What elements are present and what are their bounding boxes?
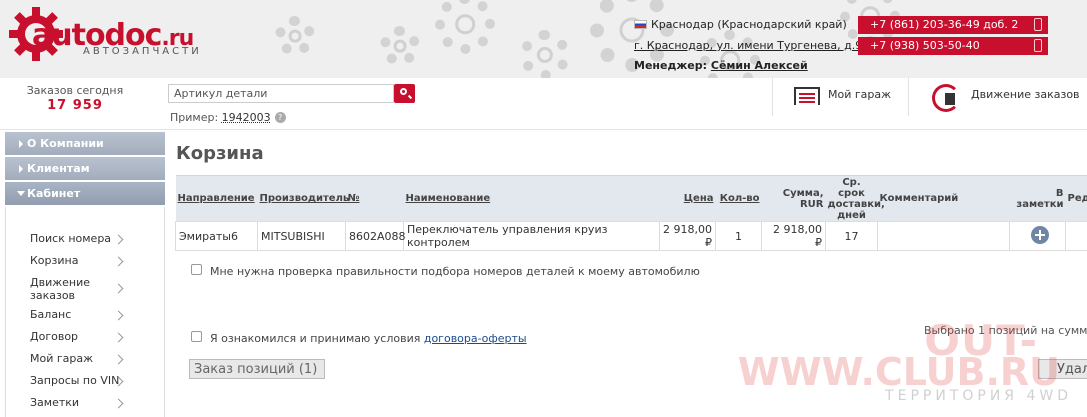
- orders-today-count: 17 959: [47, 98, 103, 113]
- cell-delivery: 17: [825, 221, 878, 251]
- orders-today: Заказов сегодня 17 959: [20, 84, 130, 113]
- manager-info: Менеджер: Сёмин Алексей: [634, 59, 808, 72]
- sidebar-item-vin-requests[interactable]: Запросы по VIN: [6, 371, 164, 393]
- site-logo[interactable]: autodoc.ru АВТОЗАПЧАСТИ: [8, 4, 208, 68]
- column-header-name[interactable]: Наименование: [403, 175, 660, 222]
- sidebar-item-orders-movement[interactable]: Движение заказов: [6, 273, 164, 305]
- table-header-row: Направление Производитель № Наименование…: [175, 175, 1087, 222]
- cell-direction: Эмираты6: [175, 221, 258, 251]
- agree-terms-label: Я ознакомился и принимаю условия договор…: [210, 332, 527, 345]
- cell-manufacturer: MITSUBISHI: [257, 221, 346, 251]
- sidebar-item-contract[interactable]: Договор: [6, 327, 164, 349]
- chevron-right-icon: [113, 283, 124, 294]
- watermark-line-2: WWW.CLUB.RU: [737, 350, 1060, 394]
- orders-movement-icon: [932, 84, 960, 112]
- phone-primary[interactable]: +7 (861) 203-36-49 доб. 2: [858, 16, 1048, 34]
- chevron-right-icon: [113, 398, 124, 409]
- page-title: Корзина: [176, 143, 264, 164]
- column-header-qty[interactable]: Кол-во: [715, 175, 762, 222]
- search-example: Пример: 1942003?: [170, 111, 286, 124]
- offer-contract-link[interactable]: договора-оферты: [424, 332, 527, 345]
- table-row: Эмираты6 MITSUBISHI 8602A088 Переключате…: [175, 221, 1087, 251]
- garage-icon: [794, 87, 820, 105]
- gear-decoration: [435, 0, 495, 54]
- column-header-number[interactable]: №: [345, 175, 404, 222]
- address-link[interactable]: г. Краснодар, ул. имени Тургенева, д.91: [634, 39, 869, 52]
- phone-icon: [1034, 18, 1042, 31]
- sidebar-section-company[interactable]: О Компании: [5, 132, 165, 155]
- gear-decoration: [520, 30, 570, 78]
- triangle-down-icon: [17, 191, 25, 196]
- russia-flag-icon: [634, 20, 647, 29]
- sidebar: О Компании Клиентам Кабинет Поиск номера…: [5, 132, 165, 417]
- gear-decoration: [380, 26, 420, 66]
- cell-sum: 2 918,00 ₽: [761, 221, 826, 251]
- triangle-right-icon: [19, 165, 23, 173]
- phone-icon: [1034, 39, 1042, 52]
- column-header-price[interactable]: Цена: [659, 175, 716, 222]
- check-numbers-checkbox[interactable]: [191, 264, 202, 275]
- cell-name: Переключатель управления круиз контролем: [403, 221, 660, 251]
- column-header-direction[interactable]: Направление: [175, 175, 258, 222]
- example-value-link[interactable]: 1942003: [222, 111, 271, 124]
- sidebar-item-notes[interactable]: Заметки: [6, 393, 164, 415]
- cell-number: 8602A088: [345, 221, 406, 251]
- column-header-to-notes: В заметки: [1009, 175, 1066, 222]
- column-header-manufacturer[interactable]: Производитель: [257, 175, 349, 222]
- sidebar-item-my-garage[interactable]: Мой гараж: [6, 349, 164, 371]
- qty-field[interactable]: 1: [715, 221, 762, 251]
- cell-to-notes: [1009, 221, 1066, 251]
- article-search-input[interactable]: Артикул детали: [168, 84, 394, 103]
- order-positions-button[interactable]: Заказ позиций (1): [189, 359, 325, 379]
- toolbar: Заказов сегодня 17 959 Артикул детали Пр…: [0, 78, 1087, 130]
- chevron-right-icon: [113, 354, 124, 365]
- orders-today-label: Заказов сегодня: [26, 84, 124, 97]
- divider: [772, 78, 773, 116]
- cabinet-menu: Поиск номера Корзина Движение заказов Ба…: [5, 207, 165, 417]
- cart-table: Направление Производитель № Наименование…: [175, 175, 1087, 251]
- region-selector[interactable]: Краснодар (Краснодарский край): [634, 18, 847, 31]
- sidebar-item-cart[interactable]: Корзина: [6, 251, 164, 273]
- sidebar-item-balance[interactable]: Баланс: [6, 305, 164, 327]
- column-header-comment: Комментарий: [877, 175, 1010, 222]
- agree-terms-checkbox[interactable]: [191, 331, 202, 342]
- delete-button[interactable]: Удал: [1038, 359, 1087, 379]
- phone-secondary[interactable]: +7 (938) 503-50-40: [858, 37, 1048, 55]
- help-icon[interactable]: ?: [274, 112, 286, 123]
- gear-decoration: [275, 16, 315, 56]
- watermark-line-3: ТЕРРИТОРИЯ 4WD: [885, 388, 1072, 404]
- sidebar-section-cabinet[interactable]: Кабинет: [5, 182, 165, 205]
- selected-summary: Выбрано 1 позиций на сумму: [924, 324, 1087, 337]
- cell-price: 2 918,00 ₽: [659, 221, 716, 251]
- chevron-right-icon: [113, 310, 124, 321]
- orders-movement-link[interactable]: Движение заказов: [971, 88, 1080, 101]
- column-header-edit: Редак: [1065, 175, 1087, 222]
- triangle-right-icon: [19, 140, 23, 148]
- cell-edit: [1065, 221, 1087, 251]
- chevron-right-icon: [113, 332, 124, 343]
- my-garage-link[interactable]: Мой гараж: [828, 88, 891, 101]
- add-to-notes-plus-icon[interactable]: [1031, 225, 1049, 244]
- site-header: autodoc.ru АВТОЗАПЧАСТИ Краснодар (Красн…: [0, 0, 1087, 78]
- manager-link[interactable]: Сёмин Алексей: [711, 59, 808, 72]
- logo-subtitle: АВТОЗАПЧАСТИ: [83, 46, 202, 57]
- column-header-sum: Сумма, RUR: [761, 175, 826, 222]
- sidebar-item-number-search[interactable]: Поиск номера: [6, 229, 164, 251]
- chevron-right-icon: [113, 256, 124, 267]
- sidebar-section-clients[interactable]: Клиентам: [5, 157, 165, 180]
- comment-field[interactable]: [877, 221, 1010, 251]
- chevron-right-icon: [113, 234, 124, 245]
- search-button[interactable]: [394, 84, 415, 103]
- divider: [908, 78, 909, 116]
- search-icon: [400, 88, 407, 95]
- column-header-delivery: Ср. срок доставки, дней: [825, 175, 885, 222]
- check-numbers-label: Мне нужна проверка правильности подбора …: [210, 265, 700, 278]
